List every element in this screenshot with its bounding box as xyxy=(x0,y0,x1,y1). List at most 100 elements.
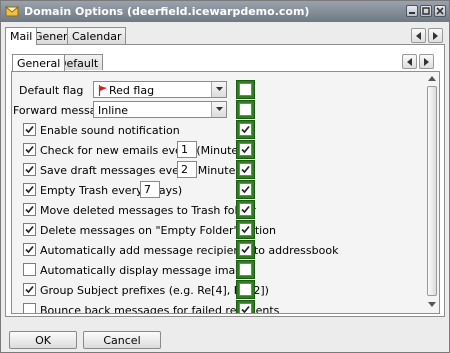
arrow-right-icon xyxy=(424,58,429,66)
default-flag-label: Default flag xyxy=(19,84,84,97)
row-save-drafts: Save draft messages every (Minutes) 2 xyxy=(12,160,422,180)
inner-scroll-left-button[interactable] xyxy=(402,54,417,69)
empty-trash-lock-checkbox[interactable] xyxy=(239,183,252,196)
default-flag-lock-checkbox[interactable] xyxy=(239,83,252,96)
ok-button[interactable]: OK xyxy=(9,331,77,349)
checkmark-icon xyxy=(241,145,250,154)
close-icon xyxy=(436,7,444,15)
scroll-up-icon[interactable] xyxy=(428,76,436,84)
minimize-icon xyxy=(409,12,415,14)
row-move-deleted: Move deleted messages to Trash folder xyxy=(12,200,422,220)
tab-scroll-left-button[interactable] xyxy=(411,28,426,43)
add-recipients-label: Automatically add message recipients to … xyxy=(40,244,339,257)
domain-options-window: Domain Options (deerfield.icewarpdemo.co… xyxy=(0,0,450,353)
check-new-emails-checkbox[interactable] xyxy=(23,143,36,156)
checkmark-icon xyxy=(25,225,34,234)
forward-messages-value: Inline xyxy=(98,104,129,117)
default-flag-select[interactable]: Red flag xyxy=(93,81,227,98)
arrow-right-icon xyxy=(433,32,438,40)
checkmark-icon xyxy=(241,125,250,134)
delete-on-empty-checkbox[interactable] xyxy=(23,223,36,236)
add-recipients-lock-checkbox[interactable] xyxy=(239,243,252,256)
move-deleted-label: Move deleted messages to Trash folder xyxy=(40,204,256,217)
minimize-button[interactable] xyxy=(406,5,418,17)
move-deleted-checkbox[interactable] xyxy=(23,203,36,216)
display-images-checkbox[interactable] xyxy=(23,263,36,276)
empty-trash-input[interactable]: 7 xyxy=(140,181,160,198)
check-new-emails-input[interactable]: 1 xyxy=(177,141,197,158)
maximize-button[interactable] xyxy=(420,5,432,17)
checkmark-icon xyxy=(241,225,250,234)
move-deleted-lock[interactable] xyxy=(236,200,255,219)
save-drafts-checkbox[interactable] xyxy=(23,163,36,176)
add-recipients-checkbox[interactable] xyxy=(23,243,36,256)
add-recipients-lock[interactable] xyxy=(236,240,255,259)
tab-scroll-right-button[interactable] xyxy=(428,28,443,43)
save-drafts-lock[interactable] xyxy=(236,160,255,179)
save-drafts-input[interactable]: 2 xyxy=(177,161,197,178)
group-subject-checkbox[interactable] xyxy=(23,283,36,296)
tab-mail[interactable]: Mail xyxy=(5,27,38,45)
move-deleted-lock-checkbox[interactable] xyxy=(239,203,252,216)
forward-messages-select[interactable]: Inline xyxy=(93,101,227,118)
checkmark-icon xyxy=(25,125,34,134)
row-sound-notification: Enable sound notification xyxy=(12,120,422,140)
row-default-flag: Default flag Red flag xyxy=(12,80,422,100)
delete-on-empty-lock[interactable] xyxy=(236,220,255,239)
forward-messages-lock-checkbox[interactable] xyxy=(239,103,252,116)
default-flag-value: Red flag xyxy=(109,84,155,97)
tab-calendar[interactable]: Calendar xyxy=(67,27,127,44)
forward-messages-lock[interactable] xyxy=(236,100,255,119)
window-title: Domain Options (deerfield.icewarpdemo.co… xyxy=(24,5,310,18)
empty-trash-label: Empty Trash every (Days) xyxy=(40,184,183,197)
main-tabs-scroll xyxy=(411,28,443,43)
row-delete-on-empty: Delete messages on "Empty Folder" action xyxy=(12,220,422,240)
display-images-lock-checkbox[interactable] xyxy=(239,263,252,276)
sound-notification-label: Enable sound notification xyxy=(40,124,180,137)
bounce-back-lock-checkbox[interactable] xyxy=(239,303,252,313)
row-display-images: Automatically display message images xyxy=(12,260,422,280)
delete-on-empty-lock-checkbox[interactable] xyxy=(239,223,252,236)
chevron-down-icon xyxy=(216,107,223,111)
forward-messages-dropdown-button[interactable] xyxy=(211,102,226,117)
row-bounce-back: Bounce back messages for failed recipien… xyxy=(12,300,422,313)
bounce-back-lock[interactable] xyxy=(236,300,255,313)
check-new-emails-label: Check for new emails every (Minutes) xyxy=(40,144,249,157)
group-subject-label: Group Subject prefixes (e.g. Re[4], Fw[2… xyxy=(40,284,269,297)
empty-trash-lock[interactable] xyxy=(236,180,255,199)
group-subject-lock-checkbox[interactable] xyxy=(239,283,252,296)
mail-panel: General Default Default flag Red flag Fo… xyxy=(5,44,445,317)
row-group-subject: Group Subject prefixes (e.g. Re[4], Fw[2… xyxy=(12,280,422,300)
app-icon xyxy=(5,6,19,17)
bounce-back-checkbox[interactable] xyxy=(23,303,36,313)
save-drafts-lock-checkbox[interactable] xyxy=(239,163,252,176)
chevron-down-icon xyxy=(216,87,223,91)
display-images-lock[interactable] xyxy=(236,260,255,279)
sound-notification-lock[interactable] xyxy=(236,120,255,139)
scroll-down-icon[interactable] xyxy=(428,302,436,310)
checkmark-icon xyxy=(25,205,34,214)
check-new-emails-lock[interactable] xyxy=(236,140,255,159)
flag-icon xyxy=(98,85,107,96)
maximize-icon xyxy=(422,7,430,15)
check-new-emails-lock-checkbox[interactable] xyxy=(239,143,252,156)
tab-inner-general[interactable]: General xyxy=(12,54,66,71)
row-add-recipients: Automatically add message recipients to … xyxy=(12,240,422,260)
inner-scroll-right-button[interactable] xyxy=(419,54,434,69)
vertical-scrollbar[interactable] xyxy=(425,72,439,313)
sound-notification-lock-checkbox[interactable] xyxy=(239,123,252,136)
group-subject-lock[interactable] xyxy=(236,280,255,299)
checkmark-icon xyxy=(25,285,34,294)
scrollbar-thumb[interactable] xyxy=(427,86,437,296)
default-flag-lock[interactable] xyxy=(236,80,255,99)
settings-panel: Default flag Red flag Forward messages I… xyxy=(11,71,440,314)
checkmark-icon xyxy=(241,305,250,313)
cancel-button[interactable]: Cancel xyxy=(83,331,161,349)
inner-tabs-scroll xyxy=(402,54,434,69)
empty-trash-checkbox[interactable] xyxy=(23,183,36,196)
save-drafts-label: Save draft messages every (Minutes) xyxy=(40,164,246,177)
close-button[interactable] xyxy=(434,5,446,17)
default-flag-dropdown-button[interactable] xyxy=(211,82,226,97)
sound-notification-checkbox[interactable] xyxy=(23,123,36,136)
checkmark-icon xyxy=(241,205,250,214)
